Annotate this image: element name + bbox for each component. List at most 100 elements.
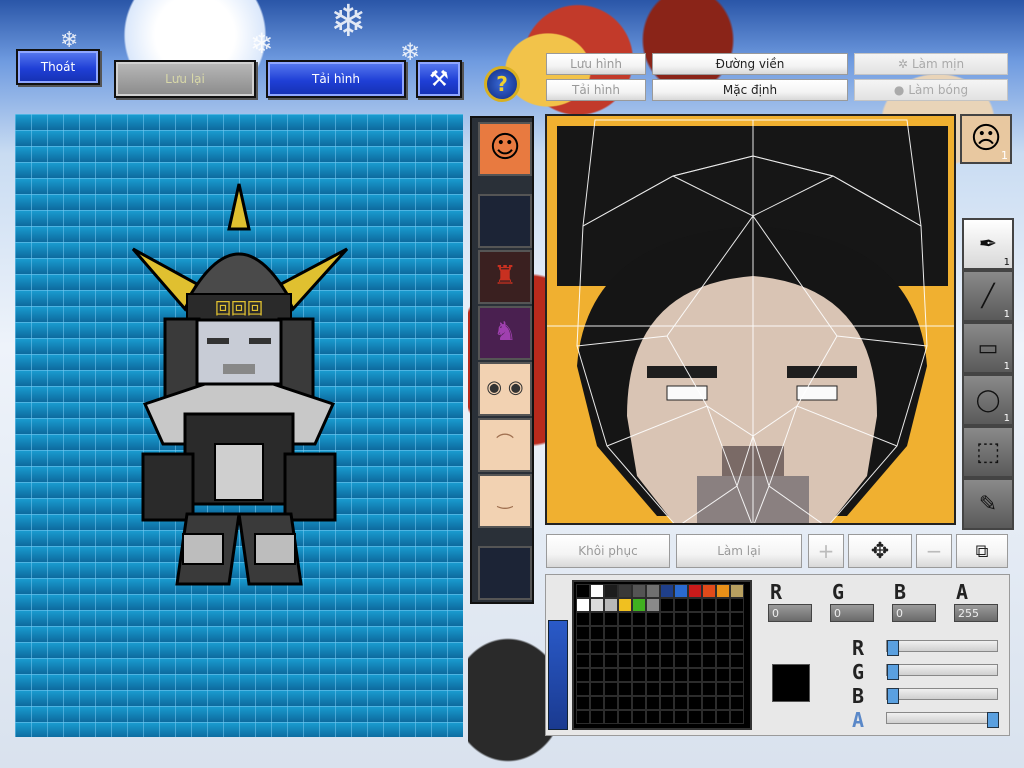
palette-empty-slot[interactable] bbox=[604, 612, 618, 626]
outline-tab[interactable]: Đường viền bbox=[652, 53, 848, 75]
palette-empty-slot[interactable] bbox=[716, 710, 730, 724]
load-image-button[interactable]: Tải hình bbox=[266, 60, 406, 98]
palette-empty-slot[interactable] bbox=[688, 626, 702, 640]
palette-empty-slot[interactable] bbox=[660, 682, 674, 696]
palette-empty-slot[interactable] bbox=[702, 598, 716, 612]
red-value-field[interactable]: 0 bbox=[768, 604, 812, 622]
palette-empty-slot[interactable] bbox=[590, 668, 604, 682]
eyedropper-tool[interactable]: ✎ bbox=[962, 478, 1014, 530]
palette-empty-slot[interactable] bbox=[674, 710, 688, 724]
palette-empty-slot[interactable] bbox=[716, 696, 730, 710]
palette-empty-slot[interactable] bbox=[618, 626, 632, 640]
palette-empty-slot[interactable] bbox=[604, 710, 618, 724]
palette-empty-slot[interactable] bbox=[604, 626, 618, 640]
ellipse-tool[interactable]: ◯ 1 bbox=[962, 374, 1014, 426]
palette-empty-slot[interactable] bbox=[646, 640, 660, 654]
palette-empty-slot[interactable] bbox=[730, 626, 744, 640]
palette-empty-slot[interactable] bbox=[730, 710, 744, 724]
green-slider-knob[interactable] bbox=[887, 664, 899, 680]
palette-empty-slot[interactable] bbox=[576, 612, 590, 626]
palette-empty-slot[interactable] bbox=[576, 626, 590, 640]
palette-empty-slot[interactable] bbox=[730, 696, 744, 710]
palette-empty-slot[interactable] bbox=[688, 640, 702, 654]
palette-empty-slot[interactable] bbox=[618, 710, 632, 724]
palette-empty-slot[interactable] bbox=[618, 668, 632, 682]
palette-color-swatch[interactable] bbox=[632, 584, 646, 598]
palette-empty-slot[interactable] bbox=[646, 612, 660, 626]
palette-empty-slot[interactable] bbox=[576, 696, 590, 710]
save-button[interactable]: Lưu lại bbox=[114, 60, 256, 98]
palette-empty-slot[interactable] bbox=[576, 682, 590, 696]
palette-empty-slot[interactable] bbox=[632, 682, 646, 696]
palette-color-swatch[interactable] bbox=[702, 584, 716, 598]
palette-empty-slot[interactable] bbox=[674, 654, 688, 668]
palette-empty-slot[interactable] bbox=[646, 654, 660, 668]
green-slider[interactable] bbox=[886, 664, 998, 680]
palette-empty-slot[interactable] bbox=[730, 612, 744, 626]
line-tool[interactable]: ╱ 1 bbox=[962, 270, 1014, 322]
palette-empty-slot[interactable] bbox=[646, 696, 660, 710]
face-preset-slot[interactable]: ☹ 1 bbox=[960, 114, 1012, 164]
palette-empty-slot[interactable] bbox=[618, 640, 632, 654]
palette-color-swatch[interactable] bbox=[688, 584, 702, 598]
alpha-value-field[interactable]: 255 bbox=[954, 604, 998, 622]
palette-empty-slot[interactable] bbox=[576, 654, 590, 668]
load-image-tab[interactable]: Tải hình bbox=[546, 79, 646, 101]
palette-empty-slot[interactable] bbox=[716, 640, 730, 654]
palette-empty-slot[interactable] bbox=[632, 710, 646, 724]
palette-color-swatch[interactable] bbox=[660, 584, 674, 598]
palette-empty-slot[interactable] bbox=[702, 696, 716, 710]
palette-color-swatch[interactable] bbox=[730, 584, 744, 598]
nose-part-slot[interactable]: ⌒ bbox=[478, 418, 532, 472]
palette-empty-slot[interactable] bbox=[590, 626, 604, 640]
cape-part-slot[interactable]: ♞ bbox=[478, 306, 532, 360]
palette-empty-slot[interactable] bbox=[660, 626, 674, 640]
palette-empty-slot[interactable] bbox=[730, 654, 744, 668]
palette-empty-slot[interactable] bbox=[632, 696, 646, 710]
hammer-button[interactable]: ⚒ bbox=[416, 60, 462, 98]
palette-empty-slot[interactable] bbox=[604, 696, 618, 710]
alpha-slider[interactable] bbox=[886, 712, 999, 728]
palette-color-swatch[interactable] bbox=[576, 598, 590, 612]
face-texture-editor[interactable] bbox=[545, 114, 956, 525]
palette-empty-slot[interactable] bbox=[688, 696, 702, 710]
palette-empty-slot[interactable] bbox=[730, 640, 744, 654]
palette-empty-slot[interactable] bbox=[646, 668, 660, 682]
palette-color-swatch[interactable] bbox=[618, 598, 632, 612]
default-tab[interactable]: Mặc định bbox=[652, 79, 848, 101]
palette-empty-slot[interactable] bbox=[660, 668, 674, 682]
eyes-part-slot[interactable]: ◉ ◉ bbox=[478, 362, 532, 416]
palette-empty-slot[interactable] bbox=[660, 598, 674, 612]
palette-empty-slot[interactable] bbox=[660, 710, 674, 724]
armor-part-slot[interactable]: ♜ bbox=[478, 250, 532, 304]
palette-empty-slot[interactable] bbox=[674, 696, 688, 710]
palette-empty-slot[interactable] bbox=[576, 668, 590, 682]
palette-color-swatch[interactable] bbox=[716, 584, 730, 598]
palette-empty-slot[interactable] bbox=[702, 640, 716, 654]
palette-empty-slot[interactable] bbox=[604, 640, 618, 654]
palette-empty-slot[interactable] bbox=[590, 682, 604, 696]
palette-empty-slot[interactable] bbox=[632, 654, 646, 668]
palette-empty-slot[interactable] bbox=[730, 598, 744, 612]
zoom-in-button[interactable]: + bbox=[808, 534, 844, 568]
palette-color-swatch[interactable] bbox=[604, 584, 618, 598]
palette-empty-slot[interactable] bbox=[660, 612, 674, 626]
palette-empty-slot[interactable] bbox=[716, 668, 730, 682]
palette-empty-slot[interactable] bbox=[632, 640, 646, 654]
alpha-slider-knob[interactable] bbox=[987, 712, 999, 728]
palette-empty-slot[interactable] bbox=[576, 640, 590, 654]
palette-empty-slot[interactable] bbox=[590, 696, 604, 710]
palette-empty-slot[interactable] bbox=[688, 598, 702, 612]
palette-empty-slot[interactable] bbox=[702, 626, 716, 640]
palette-color-swatch[interactable] bbox=[576, 584, 590, 598]
palette-empty-slot[interactable] bbox=[576, 710, 590, 724]
palette-empty-slot[interactable] bbox=[674, 626, 688, 640]
palette-empty-slot[interactable] bbox=[688, 668, 702, 682]
move-button[interactable]: ✥ bbox=[848, 534, 912, 568]
palette-empty-slot[interactable] bbox=[702, 682, 716, 696]
palette-color-swatch[interactable] bbox=[618, 584, 632, 598]
palette-empty-slot[interactable] bbox=[716, 598, 730, 612]
palette-empty-slot[interactable] bbox=[618, 696, 632, 710]
palette-empty-slot[interactable] bbox=[660, 640, 674, 654]
palette-empty-slot[interactable] bbox=[590, 654, 604, 668]
